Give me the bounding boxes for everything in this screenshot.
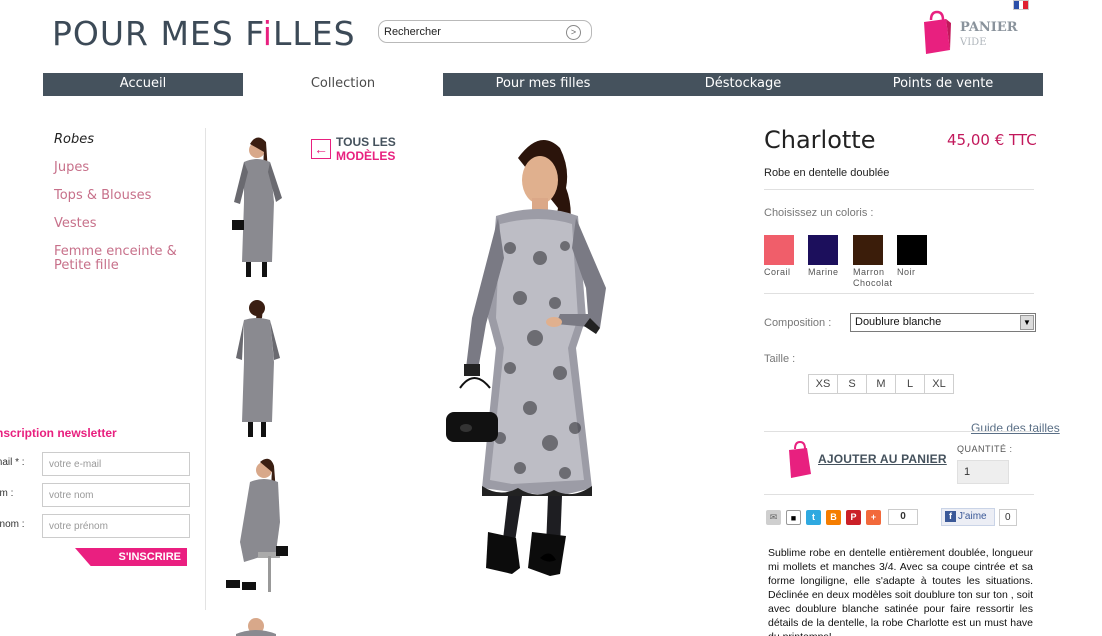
logo-text-part1: POUR MES F bbox=[52, 14, 263, 53]
product-main-image[interactable] bbox=[400, 128, 690, 598]
color-label: Noir bbox=[897, 267, 916, 277]
newsletter-submit-button[interactable]: S'INSCRIRE bbox=[75, 548, 187, 566]
category-jupes[interactable]: Jupes bbox=[54, 161, 204, 175]
color-label: Marine bbox=[808, 267, 839, 277]
divider bbox=[764, 189, 1034, 190]
product-price: 45,00 € TTC bbox=[947, 131, 1037, 149]
category-femme-enceinte[interactable]: Femme enceinte & Petite fille bbox=[54, 245, 204, 273]
color-swatch-marron-chocolat[interactable]: Marron Chocolat bbox=[853, 235, 897, 289]
size-m[interactable]: M bbox=[866, 374, 896, 394]
composition-value: Doublure blanche bbox=[855, 316, 942, 328]
cart-status[interactable]: PANIER VIDE bbox=[960, 20, 1018, 50]
sidebar-divider bbox=[205, 128, 206, 610]
share-count: 0 bbox=[888, 509, 918, 525]
site-logo[interactable]: POUR MES FiLLES bbox=[52, 14, 356, 53]
newsletter-email-label: mail * : bbox=[0, 457, 25, 468]
composition-select[interactable]: Doublure blanche ▼ bbox=[850, 313, 1036, 332]
nav-accueil[interactable]: Accueil bbox=[43, 73, 243, 96]
add-to-cart-button[interactable]: AJOUTER AU PANIER bbox=[788, 440, 947, 478]
product-thumbnail-3[interactable] bbox=[214, 452, 300, 602]
newsletter-firstname-input[interactable] bbox=[42, 514, 190, 538]
fr-flag-icon[interactable] bbox=[1013, 0, 1029, 10]
nav-points-de-vente[interactable]: Points de vente bbox=[843, 73, 1043, 96]
delicious-share-icon[interactable]: ■ bbox=[786, 509, 801, 525]
divider bbox=[764, 494, 1034, 495]
newsletter-email-input[interactable] bbox=[42, 452, 190, 476]
color-swatch-corail[interactable]: Corail bbox=[764, 235, 794, 278]
size-xs[interactable]: XS bbox=[808, 374, 838, 394]
colors-label: Choisissez un coloris : bbox=[764, 207, 874, 219]
category-tops-blouses[interactable]: Tops & Blouses bbox=[54, 189, 204, 203]
color-swatch-noir[interactable]: Noir bbox=[897, 235, 927, 278]
search-input[interactable] bbox=[384, 24, 564, 40]
main-nav: Accueil Collection Pour mes filles Désto… bbox=[43, 73, 1043, 96]
color-label: Corail bbox=[764, 267, 791, 277]
size-guide-link[interactable]: Guide des tailles bbox=[971, 421, 1060, 435]
nav-destockage[interactable]: Déstockage bbox=[643, 73, 843, 96]
size-l[interactable]: L bbox=[895, 374, 925, 394]
search-box: > bbox=[378, 20, 592, 43]
nav-collection[interactable]: Collection bbox=[243, 73, 443, 96]
size-s[interactable]: S bbox=[837, 374, 867, 394]
facebook-like-label: J'aime bbox=[958, 511, 987, 522]
category-robes[interactable]: Robes bbox=[54, 133, 204, 147]
product-thumbnail-4[interactable] bbox=[214, 610, 300, 636]
size-xl[interactable]: XL bbox=[924, 374, 954, 394]
cart-bag-icon[interactable] bbox=[922, 10, 952, 59]
quantity-input[interactable]: 1 bbox=[957, 460, 1009, 484]
chevron-down-icon: ▼ bbox=[1020, 315, 1034, 330]
share-bar: ✉ ■ t B P + 0 bbox=[766, 509, 918, 525]
size-label: Taille : bbox=[764, 353, 796, 365]
nav-pour-mes-filles[interactable]: Pour mes filles bbox=[443, 73, 643, 96]
color-swatch-fill bbox=[808, 235, 838, 265]
color-swatch-marine[interactable]: Marine bbox=[808, 235, 839, 278]
divider bbox=[764, 431, 1034, 432]
all-models-link[interactable]: ← TOUS LES MODÈLES bbox=[311, 135, 396, 163]
all-models-line2: MODÈLES bbox=[336, 149, 396, 163]
facebook-icon: f bbox=[945, 511, 956, 522]
color-swatch-fill bbox=[897, 235, 927, 265]
product-thumbnail-1[interactable] bbox=[214, 132, 300, 282]
newsletter-firstname-label: énom : bbox=[0, 519, 25, 530]
add-to-cart-label: AJOUTER AU PANIER bbox=[818, 452, 947, 466]
cart-empty-label: VIDE bbox=[960, 37, 987, 48]
newsletter-firstname-row: énom : bbox=[0, 514, 194, 538]
facebook-like-count: 0 bbox=[999, 508, 1017, 526]
all-models-line1: TOUS LES bbox=[336, 135, 396, 149]
category-menu: Robes Jupes Tops & Blouses Vestes Femme … bbox=[54, 133, 204, 287]
divider bbox=[764, 293, 1034, 294]
newsletter-name-row: om : bbox=[0, 483, 194, 507]
composition-label: Composition : bbox=[764, 317, 832, 329]
back-arrow-icon: ← bbox=[311, 139, 331, 159]
newsletter-name-label: om : bbox=[0, 488, 14, 499]
addthis-share-icon[interactable]: + bbox=[866, 509, 881, 525]
product-thumbnail-2[interactable] bbox=[214, 292, 300, 442]
facebook-like-button[interactable]: f J'aime bbox=[941, 508, 995, 526]
newsletter-email-row: mail * : bbox=[0, 452, 194, 476]
search-submit-icon[interactable]: > bbox=[566, 25, 581, 40]
newsletter-title: nscription newsletter bbox=[0, 426, 117, 440]
quantity-label: QUANTITÉ : bbox=[957, 444, 1013, 454]
size-selector: XS S M L XL bbox=[808, 374, 954, 394]
category-vestes[interactable]: Vestes bbox=[54, 217, 204, 231]
product-name: Charlotte bbox=[764, 126, 876, 154]
newsletter-name-input[interactable] bbox=[42, 483, 190, 507]
product-subtitle: Robe en dentelle doublée bbox=[764, 167, 890, 179]
color-swatch-fill bbox=[764, 235, 794, 265]
blogger-share-icon[interactable]: B bbox=[826, 509, 841, 525]
pinterest-share-icon[interactable]: P bbox=[846, 509, 861, 525]
logo-text-part2: LLES bbox=[272, 14, 356, 53]
cart-label: PANIER bbox=[960, 20, 1018, 35]
product-description: Sublime robe en dentelle entièrement dou… bbox=[768, 547, 1033, 636]
color-swatch-fill bbox=[853, 235, 883, 265]
cart-bag-icon bbox=[789, 440, 811, 478]
logo-text-i: i bbox=[262, 14, 273, 53]
facebook-like: f J'aime 0 bbox=[941, 508, 1017, 526]
color-label: Marron Chocolat bbox=[853, 267, 893, 288]
email-share-icon[interactable]: ✉ bbox=[766, 509, 781, 525]
twitter-share-icon[interactable]: t bbox=[806, 509, 821, 525]
